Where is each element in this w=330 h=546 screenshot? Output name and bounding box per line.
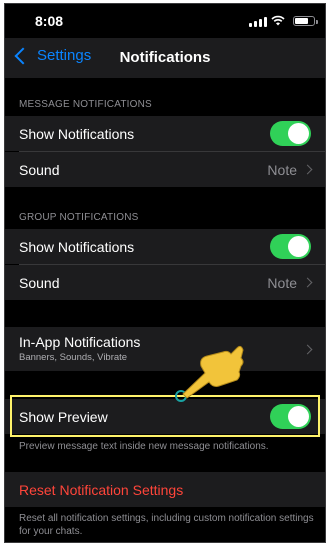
- section-header-group: GROUP NOTIFICATIONS: [19, 212, 139, 223]
- pointing-hand-icon: [175, 345, 244, 402]
- group-show-notifications-toggle[interactable]: [270, 234, 311, 259]
- message-sound-row[interactable]: Sound Note: [5, 152, 325, 187]
- group-show-notifications-row: Show Notifications: [5, 229, 325, 264]
- row-label: Sound: [19, 162, 60, 178]
- wifi-icon: [271, 15, 285, 26]
- row-label: Show Notifications: [19, 126, 135, 142]
- signal-icon: [249, 17, 267, 27]
- show-preview-row: Show Preview: [5, 399, 325, 434]
- toggle-knob: [288, 406, 309, 427]
- status-time: 8:08: [35, 13, 64, 29]
- show-preview-footer: Preview message text inside new message …: [19, 441, 269, 452]
- status-bar: 8:08: [5, 4, 325, 38]
- message-sound-value: Note: [267, 162, 297, 178]
- message-show-notifications-row: Show Notifications: [5, 116, 325, 151]
- group-sound-row[interactable]: Sound Note: [5, 265, 325, 300]
- reset-notification-settings-row[interactable]: Reset Notification Settings: [5, 472, 325, 507]
- reset-footer: Reset all notification settings, includi…: [19, 513, 314, 537]
- in-app-notifications-row[interactable]: In-App Notifications Banners, Sounds, Vi…: [5, 327, 325, 371]
- battery-icon: [293, 16, 318, 26]
- in-app-subtitle: Banners, Sounds, Vibrate: [19, 352, 128, 363]
- chevron-right-icon: [302, 344, 313, 355]
- toggle-knob: [288, 123, 309, 144]
- chevron-right-icon: [302, 164, 313, 175]
- chevron-right-icon: [302, 277, 313, 288]
- phone-screen: 8:08 Settings Notifications MESSAGE NOTI…: [4, 3, 326, 543]
- navigation-bar: Settings Notifications: [5, 38, 325, 78]
- show-preview-toggle[interactable]: [270, 404, 311, 429]
- section-header-message: MESSAGE NOTIFICATIONS: [19, 99, 152, 110]
- reset-button-label: Reset Notification Settings: [19, 482, 184, 498]
- row-label: Sound: [19, 275, 60, 291]
- row-label: In-App Notifications: [19, 334, 141, 350]
- row-label: Show Notifications: [19, 239, 135, 255]
- row-label: Show Preview: [19, 409, 108, 425]
- message-show-notifications-toggle[interactable]: [270, 121, 311, 146]
- group-sound-value: Note: [267, 275, 297, 291]
- toggle-knob: [288, 236, 309, 257]
- page-title: Notifications: [119, 49, 211, 66]
